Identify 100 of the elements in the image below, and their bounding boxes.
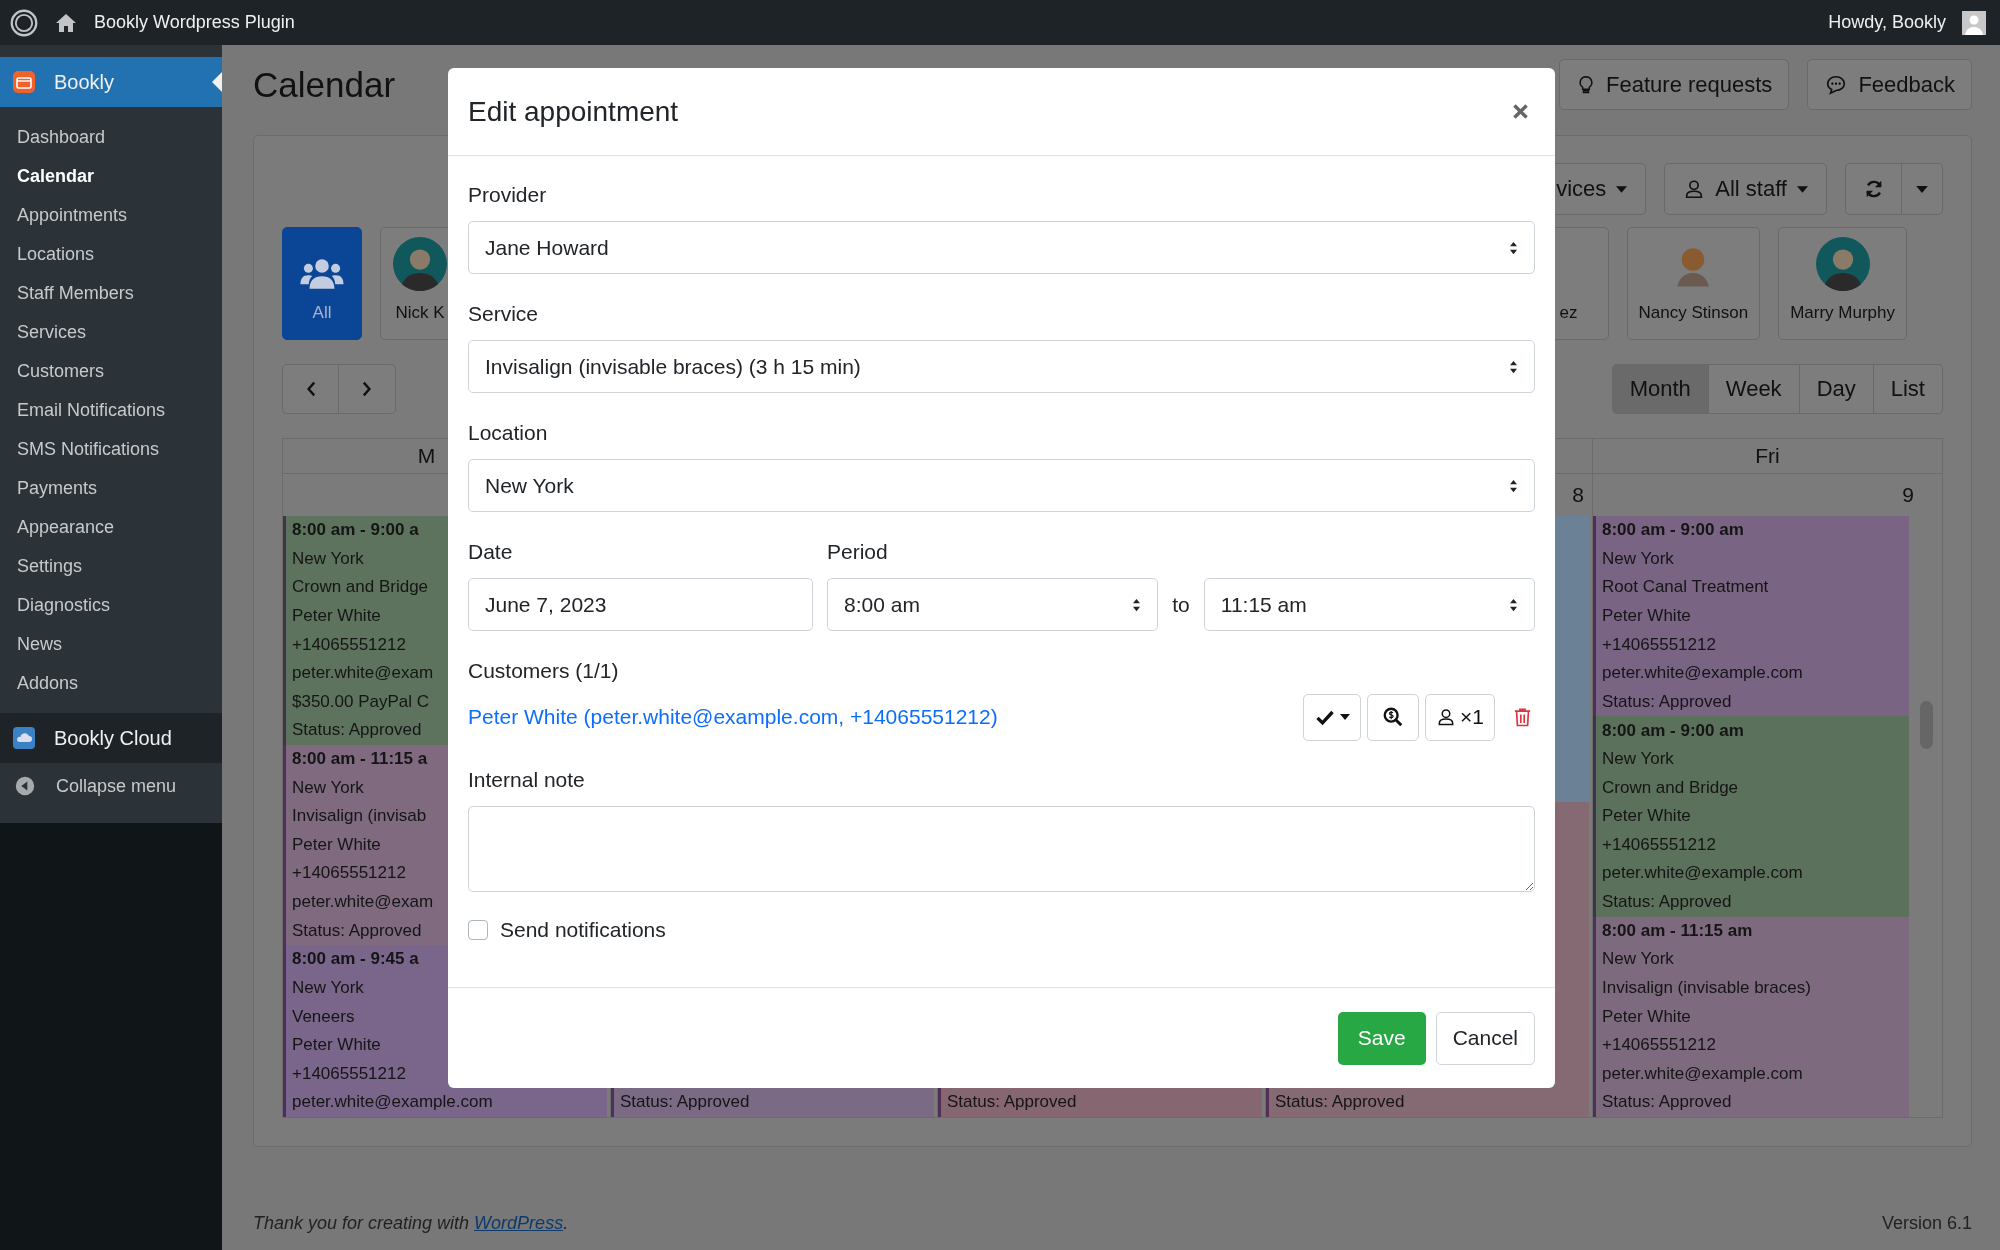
avatar-icon[interactable] [1962, 10, 1986, 35]
event-text: Crown and Bridge [1602, 776, 1739, 799]
menu-item[interactable]: Bookly Cloud [0, 713, 222, 763]
start-time-select[interactable]: 8:00 am [827, 578, 1159, 631]
event-text: peter.white@exam [292, 891, 434, 914]
event-text: New York [1602, 748, 1674, 771]
caret-icon [1797, 185, 1808, 193]
version-text: Version 6.1 [1881, 1213, 1972, 1234]
greeting[interactable]: Howdy, Bookly [1828, 12, 1946, 33]
payment-button[interactable] [1367, 693, 1420, 741]
event-text: Status: Approved [1602, 1091, 1732, 1114]
submenu-item[interactable]: News [0, 625, 222, 664]
close-icon[interactable] [1512, 103, 1529, 120]
event-text: 8:00 am - 9:00 a [292, 519, 419, 542]
event-text: Peter White [1602, 805, 1691, 828]
date-field[interactable]: June 7, 2023 [468, 578, 813, 631]
collapse-menu-button[interactable]: Collapse menu [0, 763, 222, 809]
submenu-item[interactable]: Diagnostics [0, 586, 222, 625]
refresh-button[interactable] [1845, 163, 1902, 215]
field-label: Date [468, 539, 513, 564]
field-label: Period [827, 539, 888, 564]
collapse-icon [14, 775, 36, 797]
day-header: M [417, 444, 436, 468]
staff-filter[interactable]: Nancy Stinson [1626, 227, 1761, 340]
end-time-select[interactable]: 11:15 am [1203, 578, 1535, 631]
event-text: New York [292, 776, 364, 799]
submenu-item[interactable]: Email Notifications [0, 391, 222, 430]
event-text: 8:00 am - 9:00 am [1602, 719, 1744, 742]
event-text: peter.white@exam [292, 662, 434, 685]
event-text: peter.white@example.com [1602, 862, 1803, 885]
event-text: Status: Approved [292, 719, 422, 742]
submenu-item[interactable]: Customers [0, 352, 222, 391]
note-field[interactable] [468, 806, 1535, 892]
event-text: 8:00 am - 9:45 a [292, 948, 419, 971]
menu-item[interactable]: Bookly [0, 57, 222, 107]
avatar-icon [393, 237, 447, 291]
staff-filter[interactable]: All [282, 227, 362, 340]
group-icon [299, 257, 345, 291]
cancel-button[interactable]: Cancel [1435, 1011, 1535, 1065]
date-number[interactable]: 8 [1572, 483, 1584, 507]
caret-icon [1916, 185, 1928, 193]
day-header: Fri [1755, 444, 1780, 468]
range-separator: to [1171, 592, 1191, 617]
date-number[interactable]: 9 [1902, 483, 1914, 507]
location-select[interactable]: New York [468, 459, 1535, 512]
event-text: New York [1602, 948, 1674, 971]
submenu-item[interactable]: Services [0, 313, 222, 352]
submenu-item[interactable]: Settings [0, 547, 222, 586]
event-text: New York [292, 977, 364, 999]
submenu-item[interactable]: Calendar [0, 157, 222, 196]
submenu-item[interactable]: Dashboard [0, 118, 222, 157]
submenu-item[interactable]: Payments [0, 469, 222, 508]
provider-select[interactable]: Jane Howard [468, 221, 1535, 274]
site-title[interactable]: Bookly Wordpress Plugin [94, 12, 295, 33]
event-text: 8:00 am - 11:15 a [292, 748, 428, 771]
caret-icon [1340, 714, 1351, 720]
status-dropdown[interactable] [1303, 693, 1362, 741]
page-title: Calendar [253, 64, 396, 105]
event-text: $350.00 PayPal C [292, 690, 430, 713]
submenu-item[interactable]: Addons [0, 664, 222, 703]
event-text: +14065551212 [1602, 633, 1716, 656]
event-text: +14065551212 [292, 1062, 406, 1085]
service-select[interactable]: Invisalign (invisable braces) (3 h 15 min) [468, 340, 1535, 393]
calendar-event[interactable]: 8:00 am - 11:15 am New York Invisalign (invisable braces) Peter White +14065551212 peter.white@example.com Status: Approved [1593, 916, 1909, 1117]
event-text: peter.white@example.com [1602, 1062, 1803, 1085]
updown-icon [1509, 597, 1518, 612]
view-tab[interactable]: Day [1799, 364, 1874, 414]
submenu-item[interactable]: SMS Notifications [0, 430, 222, 469]
event-text: peter.white@example.com [1602, 662, 1803, 685]
submenu-item[interactable]: Appointments [0, 196, 222, 235]
event-text: Peter White [1602, 1005, 1691, 1028]
event-text: New York [1602, 547, 1674, 570]
field-label: Provider [468, 182, 547, 207]
event-text: Status: Approved [292, 919, 422, 942]
view-tab[interactable]: List [1873, 364, 1943, 414]
feedback-button[interactable]: Feedback [1807, 59, 1972, 110]
notify-checkbox[interactable] [468, 920, 488, 940]
logo-icon[interactable] [10, 8, 38, 37]
submenu-item[interactable]: Staff Members [0, 274, 222, 313]
search-dollar-icon [1382, 706, 1405, 728]
feature-requests-button[interactable]: Feature requests [1559, 59, 1790, 110]
event-text: Peter White [292, 833, 381, 856]
event-text: +14065551212 [292, 862, 406, 885]
view-tab[interactable]: Week [1708, 364, 1800, 414]
event-text: peter.white@example.com [292, 1091, 493, 1114]
event-text: Peter White [1602, 604, 1691, 627]
caret-icon [1616, 185, 1628, 193]
footer-credit: Thank you for creating with WordPress. [253, 1213, 569, 1234]
event-text: +14065551212 [292, 633, 406, 656]
trash-icon[interactable] [1514, 707, 1531, 727]
staff-dropdown[interactable]: All staff [1664, 163, 1827, 215]
chevron-right-icon [362, 381, 372, 397]
submenu-item[interactable]: Appearance [0, 508, 222, 547]
submenu-item[interactable]: Locations [0, 235, 222, 274]
seats-button[interactable]: ×1 [1425, 693, 1495, 741]
field-label: Internal note [468, 767, 585, 792]
staff-filter[interactable]: Marry Murphy [1778, 227, 1907, 340]
updown-icon [1509, 240, 1518, 255]
event-text: +14065551212 [1602, 833, 1716, 856]
chevron-left-icon [305, 381, 316, 397]
